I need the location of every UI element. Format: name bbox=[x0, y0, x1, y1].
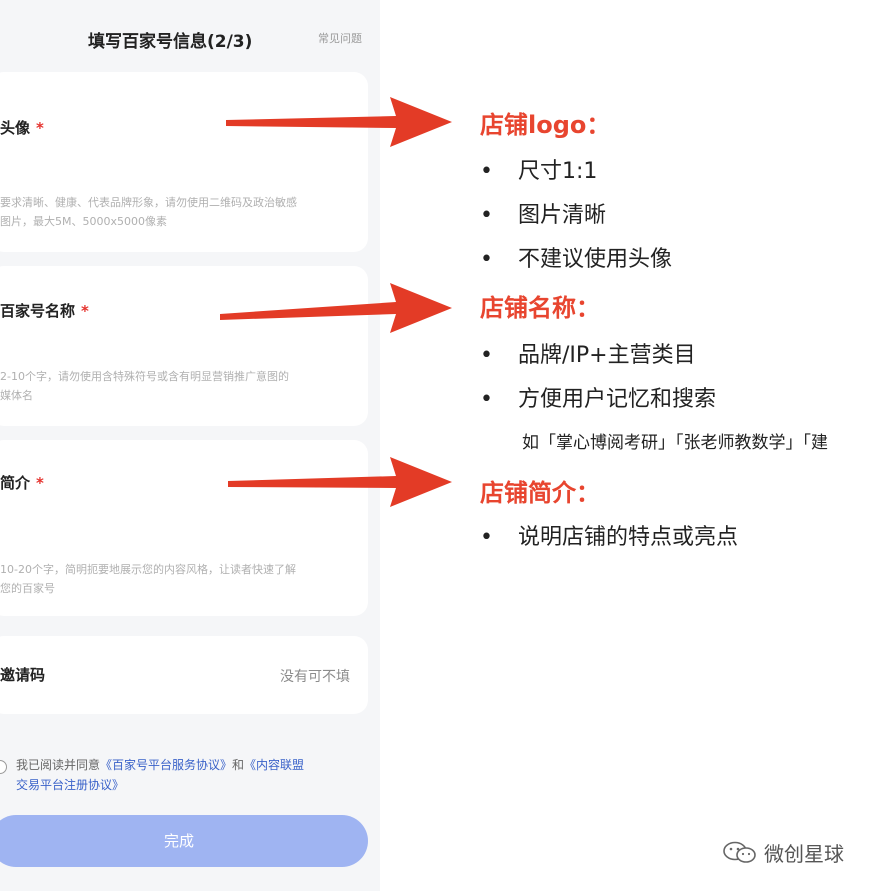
name-bullet: • 方便用户记忆和搜索 bbox=[480, 387, 717, 412]
logo-bullet: • 图片清晰 bbox=[480, 203, 607, 228]
watermark-text: 微创星球 bbox=[764, 842, 844, 866]
agreement-radio[interactable] bbox=[0, 760, 7, 774]
arrow-right-icon bbox=[220, 283, 452, 333]
invite-code-card[interactable]: 邀请码 没有可不填 bbox=[0, 636, 368, 714]
alliance-agreement-link-cont[interactable]: 交易平台注册协议》 bbox=[16, 778, 124, 792]
intro-bullet: • 说明店铺的特点或亮点 bbox=[480, 525, 739, 550]
faq-link[interactable]: 常见问题 bbox=[318, 30, 362, 46]
arrow-right-icon bbox=[228, 457, 452, 507]
required-mark: * bbox=[36, 119, 44, 137]
name-bullet: • 品牌/IP+主营类目 bbox=[480, 343, 696, 368]
wechat-icon bbox=[723, 841, 756, 863]
top-bar: 填写百家号信息(2/3) 常见问题 bbox=[0, 0, 380, 72]
intro-section-title: 店铺简介： bbox=[480, 479, 600, 507]
alliance-agreement-link[interactable]: 《内容联盟 bbox=[244, 758, 304, 772]
agreement-text: 我已阅读并同意《百家号平台服务协议》和《内容联盟 交易平台注册协议》 bbox=[16, 758, 305, 792]
service-agreement-link[interactable]: 《百家号平台服务协议》 bbox=[100, 758, 232, 772]
logo-bullet: • 不建议使用头像 bbox=[480, 247, 673, 272]
avatar-label: 头像 * bbox=[0, 119, 44, 137]
logo-section-title: 店铺logo： bbox=[480, 111, 611, 139]
name-example: 如「掌心博阅考研」「张老师教数学」「建 bbox=[522, 433, 828, 453]
account-name-hint: 2-10个字，请勿使用含特殊符号或含有明显营销推广意图的 媒体名 bbox=[0, 370, 289, 402]
account-name-label: 百家号名称 * bbox=[0, 302, 89, 320]
required-mark: * bbox=[81, 302, 89, 320]
intro-hint: 10-20个字，简明扼要地展示您的内容风格，让读者快速了解 您的百家号 bbox=[0, 563, 296, 595]
page-title: 填写百家号信息(2/3) bbox=[88, 32, 253, 52]
avatar-hint: 要求清晰、健康、代表品牌形象，请勿使用二维码及政治敏感 图片，最大5M、5000… bbox=[0, 196, 297, 228]
intro-label: 简介 * bbox=[0, 474, 44, 492]
required-mark: * bbox=[36, 474, 44, 492]
finish-button[interactable]: 完成 bbox=[0, 815, 368, 867]
arrow-right-icon bbox=[226, 97, 452, 147]
logo-bullet: • 尺寸1:1 bbox=[480, 159, 598, 184]
invite-code-input[interactable]: 没有可不填 bbox=[280, 666, 350, 686]
invite-code-label: 邀请码 bbox=[0, 666, 46, 684]
name-section-title: 店铺名称： bbox=[480, 294, 600, 322]
